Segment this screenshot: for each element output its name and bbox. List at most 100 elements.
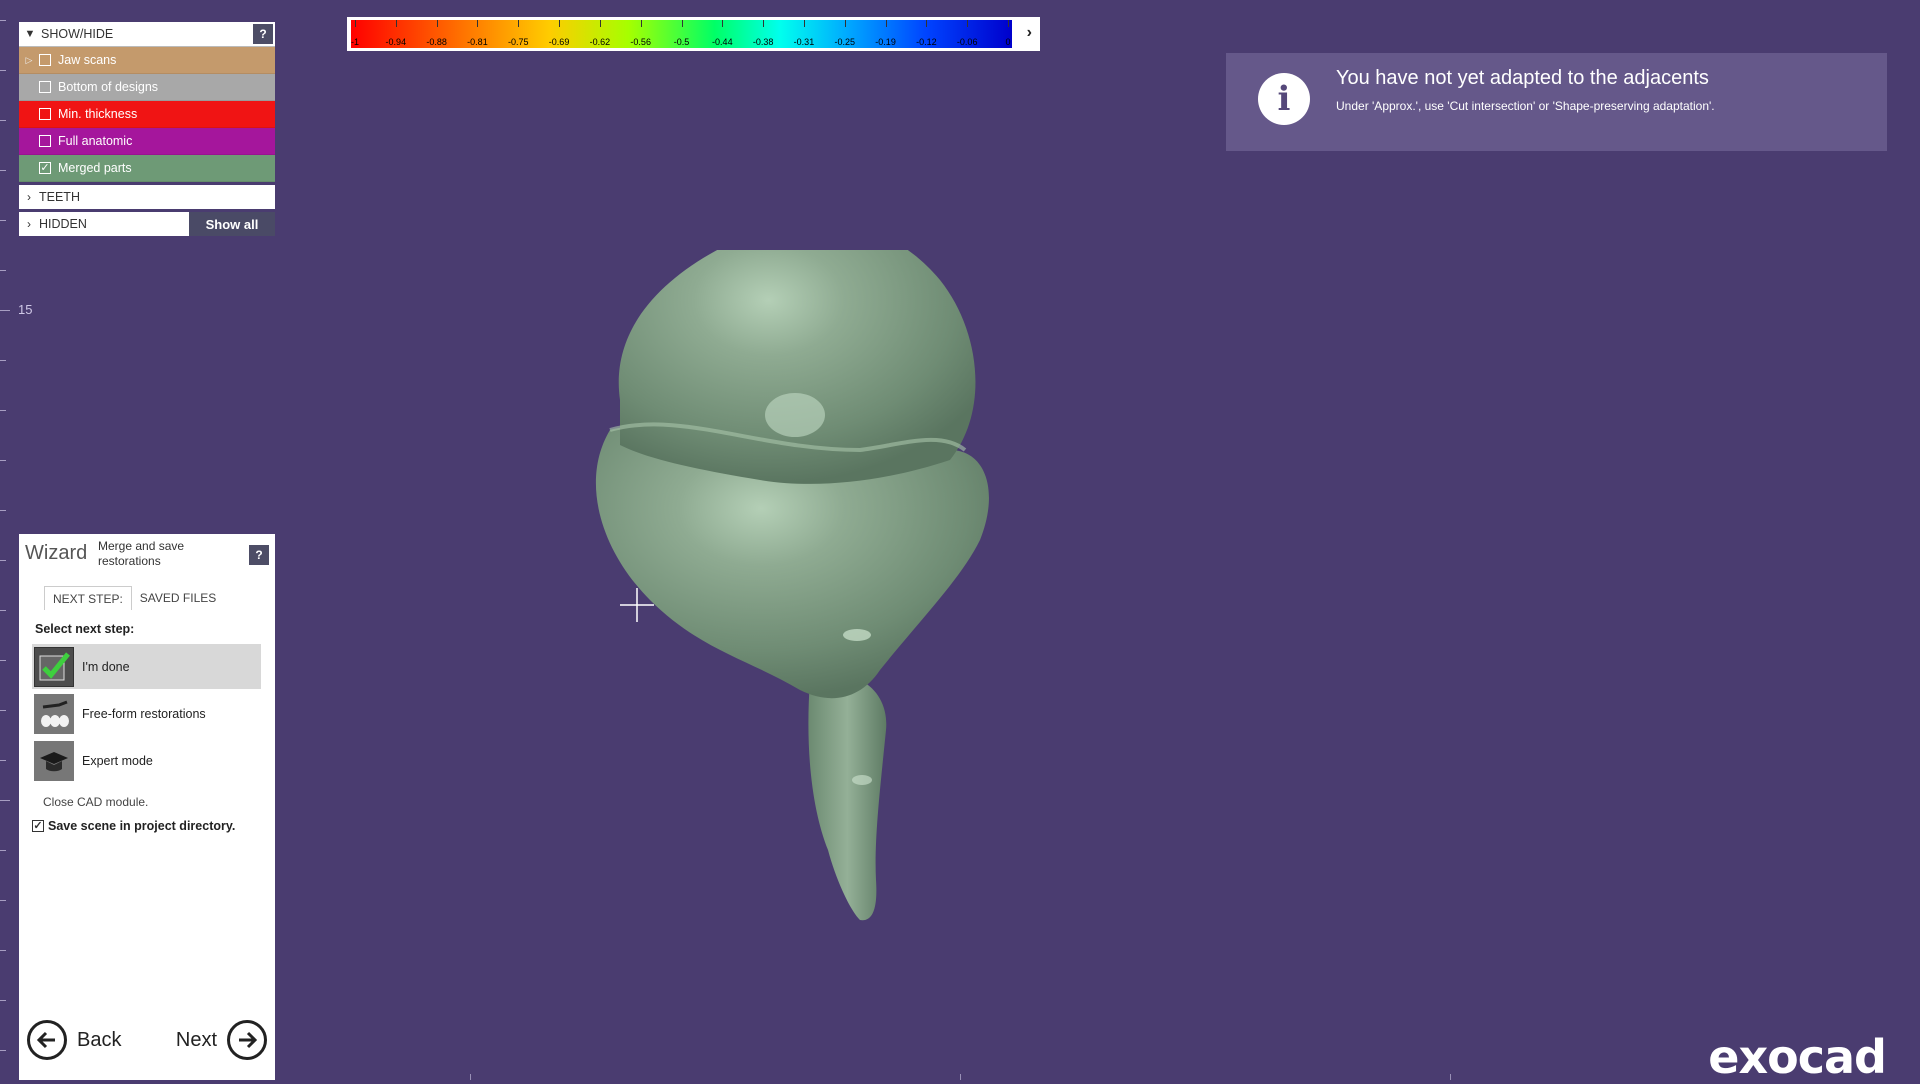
step-free-form-restorations[interactable]: Free-form restorations	[32, 691, 261, 736]
tab-saved-files[interactable]: SAVED FILES	[132, 586, 224, 610]
bottom-of-designs-checkbox[interactable]	[39, 81, 51, 93]
min-thickness-checkbox[interactable]	[39, 108, 51, 120]
scale-tick-label: -0.38	[752, 37, 774, 47]
show-hide-title: SHOW/HIDE	[41, 27, 114, 41]
info-icon: i	[1258, 73, 1310, 125]
show-hide-item-min-thickness[interactable]: Min. thickness	[19, 101, 275, 128]
chevron-down-icon: ▼	[24, 28, 36, 40]
scale-tick-label: -0.44	[712, 37, 733, 47]
show-hide-item-full-anatomic[interactable]: Full anatomic	[19, 128, 275, 155]
step-im-done-label: I'm done	[82, 659, 130, 674]
scale-tick-label: 0	[1005, 37, 1011, 47]
scale-tick-label: -0.69	[548, 37, 570, 47]
scale-tick-label: -0.12	[916, 37, 937, 47]
chevron-right-icon: ›	[27, 217, 31, 231]
scale-tick	[599, 20, 601, 27]
expand-triangle-icon[interactable]: ▷	[19, 55, 39, 66]
freeform-icon	[34, 693, 74, 734]
vertical-ruler	[0, 0, 10, 1080]
back-button[interactable]: Back	[27, 1020, 121, 1060]
back-label: Back	[77, 1028, 122, 1051]
info-message: Under 'Approx.', use 'Cut intersection' …	[1336, 99, 1715, 113]
show-hide-item-jaw-scans[interactable]: ▷ Jaw scans	[19, 47, 275, 74]
chevron-right-icon[interactable]: ›	[1027, 24, 1032, 42]
select-next-step-label: Select next step:	[35, 622, 135, 636]
arrow-right-icon	[227, 1020, 267, 1060]
next-label: Next	[175, 1028, 217, 1051]
scale-tick-label: -0.88	[426, 37, 447, 47]
save-scene-option[interactable]: ✓ Save scene in project directory.	[32, 819, 275, 833]
jaw-scans-label: Jaw scans	[58, 53, 117, 67]
scale-tick-label: -0.94	[385, 37, 407, 47]
wizard-panel: Wizard Merge and save restorations ? NEX…	[19, 534, 275, 1080]
merged-parts-checkbox[interactable]: ✓	[39, 162, 51, 174]
hidden-label: HIDDEN	[39, 217, 87, 231]
scale-tick	[355, 20, 356, 27]
scale-tick	[640, 20, 642, 27]
wizard-title: Wizard	[25, 542, 88, 564]
scale-tick	[477, 20, 479, 27]
show-hide-item-merged-parts[interactable]: ✓ Merged parts	[19, 155, 275, 182]
step-expert-mode-label: Expert mode	[82, 753, 153, 768]
step-im-done[interactable]: I'm done	[32, 644, 261, 689]
info-title: You have not yet adapted to the adjacent…	[1336, 67, 1709, 89]
next-button[interactable]: Next	[176, 1020, 267, 1060]
show-hide-item-bottom-of-designs[interactable]: Bottom of designs	[19, 74, 275, 101]
scale-tick	[926, 20, 928, 27]
exocad-logo: exocad	[1708, 1030, 1887, 1084]
step-list: I'm done Free-form restorations Expert m…	[32, 644, 261, 783]
show-hide-help-button[interactable]: ?	[253, 24, 273, 44]
save-scene-label: Save scene in project directory.	[48, 819, 236, 833]
jaw-scans-checkbox[interactable]	[39, 54, 51, 66]
scale-tick	[395, 20, 397, 27]
scale-tick-label: -0.25	[834, 37, 856, 47]
checkmark-icon	[34, 646, 74, 687]
teeth-group[interactable]: › TEETH	[19, 185, 275, 209]
scale-tick	[518, 20, 520, 27]
scale-tick	[559, 20, 561, 27]
step-expert-mode[interactable]: Expert mode	[32, 738, 261, 783]
wizard-tabs: NEXT STEP: SAVED FILES	[44, 586, 275, 610]
scale-tick-label: -0.06	[956, 37, 978, 47]
scale-tick	[681, 20, 683, 27]
step-free-form-label: Free-form restorations	[82, 706, 206, 721]
merged-parts-label: Merged parts	[58, 161, 132, 175]
min-thickness-label: Min. thickness	[58, 107, 138, 121]
wizard-subtitle: Merge and save restorations	[98, 539, 185, 568]
scale-tick-label: -0.31	[793, 37, 815, 47]
show-hide-panel: ▼ SHOW/HIDE ? ▷ Jaw scans Bottom of desi…	[19, 22, 275, 236]
scale-tick	[722, 20, 724, 27]
scale-tick-label: -0.56	[630, 37, 651, 47]
show-all-button[interactable]: Show all	[189, 212, 275, 236]
scale-tick-label: -1	[350, 37, 360, 47]
scale-tick	[885, 20, 887, 27]
scale-tick-label: -0.19	[875, 37, 896, 47]
scale-tick	[1008, 20, 1009, 27]
chevron-right-icon: ›	[27, 190, 31, 204]
wizard-help-button[interactable]: ?	[249, 545, 269, 565]
full-anatomic-label: Full anatomic	[58, 134, 133, 148]
hidden-group[interactable]: › HIDDEN Show all	[19, 212, 275, 236]
scale-tick	[844, 20, 846, 27]
info-notification: i You have not yet adapted to the adjace…	[1226, 53, 1887, 151]
tab-next-step[interactable]: NEXT STEP:	[44, 586, 132, 610]
scale-tick	[967, 20, 969, 27]
scale-tick	[763, 20, 765, 27]
scale-tick	[436, 20, 438, 27]
scale-tick	[803, 20, 805, 27]
graduation-cap-icon	[34, 740, 74, 781]
arrow-left-icon	[27, 1020, 67, 1060]
scale-tick-label: -0.5	[673, 37, 690, 47]
scale-tick-label: -0.75	[507, 37, 529, 47]
teeth-label: TEETH	[39, 190, 80, 204]
ruler-label: 15	[18, 302, 33, 317]
full-anatomic-checkbox[interactable]	[39, 135, 51, 147]
show-hide-header[interactable]: ▼ SHOW/HIDE ?	[19, 22, 275, 47]
distance-color-scale: -1 -0.94 -0.88 -0.81 -0.75 -0.69 -0.62 -0.56 -0.…	[347, 17, 1040, 51]
close-cad-text: Close CAD module.	[43, 795, 149, 809]
save-scene-checkbox[interactable]: ✓	[32, 820, 44, 832]
bottom-of-designs-label: Bottom of designs	[58, 80, 159, 94]
scale-labels: -1 -0.94 -0.88 -0.81 -0.75 -0.69 -0.62 -0.56 -0.…	[351, 20, 1012, 48]
crosshair-cursor-icon	[620, 588, 654, 622]
scale-tick-label: -0.62	[589, 37, 611, 47]
